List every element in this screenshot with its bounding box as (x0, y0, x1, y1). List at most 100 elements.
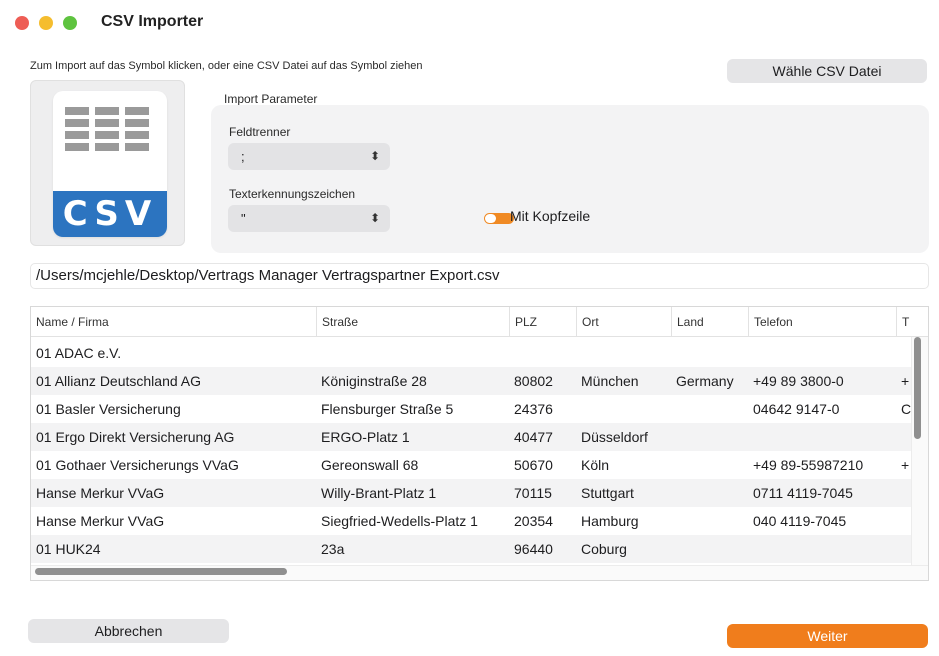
grid-cell (95, 119, 119, 127)
table-row[interactable]: 01 HUK24 23a 96440 Coburg (31, 535, 928, 563)
table-cell: 20354 (514, 513, 553, 529)
minimize-window-button[interactable] (39, 16, 53, 30)
table-cell: Hanse Merkur VVaG (36, 485, 165, 501)
table-cell: Siegfried-Wedells-Platz 1 (321, 513, 478, 529)
csv-drop-target[interactable]: CSV (30, 80, 185, 246)
grid-cell (125, 143, 149, 151)
table-cell: ERGO-Platz 1 (321, 429, 410, 445)
header-row-label: Mit Kopfzeile (510, 208, 591, 224)
table-cell (671, 451, 748, 479)
table-cell: 23a (321, 541, 345, 557)
grid-cell (125, 107, 149, 115)
column-header[interactable]: T (896, 307, 916, 337)
table-cell (671, 507, 748, 535)
table-cell (748, 423, 896, 451)
grid-cell (125, 119, 149, 127)
grid-cell (65, 143, 89, 151)
table-cell: 24376 (514, 401, 553, 417)
table-cell: München (581, 373, 639, 389)
import-parameter-panel: Feldtrenner ; ⬍ Texterkennungszeichen " … (211, 105, 929, 253)
grid-cell (95, 131, 119, 139)
table-cell: 70115 (514, 485, 552, 501)
table-cell: Köln (581, 457, 610, 473)
grid-cell (95, 143, 119, 151)
cancel-button[interactable]: Abbrechen (28, 619, 229, 643)
up-down-chevron-icon: ⬍ (369, 149, 380, 163)
import-parameter-title: Import Parameter (224, 92, 318, 106)
close-window-button[interactable] (15, 16, 29, 30)
table-cell: Hamburg (581, 513, 639, 529)
table-cell: Hanse Merkur VVaG (36, 513, 165, 529)
csv-icon-label: CSV (53, 191, 167, 237)
table-cell (671, 339, 748, 367)
grid-cell (65, 107, 89, 115)
table-cell: 0711 4119-7045 (753, 485, 853, 501)
table-cell: Stuttgart (581, 485, 634, 501)
column-header[interactable]: Land (671, 307, 748, 337)
table-cell: Gereonswall 68 (321, 457, 419, 473)
table-cell: 01 Ergo Direkt Versicherung AG (36, 429, 235, 445)
import-hint: Zum Import auf das Symbol klicken, oder … (30, 60, 423, 72)
up-down-chevron-icon: ⬍ (369, 211, 380, 225)
table-row[interactable]: 01 Basler Versicherung Flensburger Straße… (31, 395, 928, 423)
table-cell: 01 Gothaer Versicherungs VVaG (36, 457, 239, 473)
window-title: CSV Importer (101, 13, 204, 30)
table-row[interactable]: 01 Gothaer Versicherungs VVaG Gereonswall… (31, 451, 928, 479)
text-qualifier-select[interactable]: " ⬍ (228, 205, 390, 232)
vertical-scroll-thumb[interactable] (914, 337, 921, 439)
column-header[interactable]: PLZ (509, 307, 576, 337)
table-header: Name / Firma Straße PLZ Ort Land Telefon T (31, 307, 928, 337)
table-cell (509, 339, 576, 367)
grid-cell (95, 107, 119, 115)
table-cell: 40477 (514, 429, 553, 445)
table-cell (576, 339, 671, 367)
grid-cell (125, 131, 149, 139)
column-header[interactable]: Name / Firma (31, 307, 316, 337)
table-cell: Willy-Brant-Platz 1 (321, 485, 437, 501)
table-row[interactable]: Hanse Merkur VVaG Willy-Brant-Platz 1 7011… (31, 479, 928, 507)
table-cell: 01 Allianz Deutschland AG (36, 373, 201, 389)
column-header[interactable]: Telefon (748, 307, 896, 337)
csv-file-icon: CSV (53, 91, 167, 237)
table-cell: Flensburger Straße 5 (321, 401, 454, 417)
grid-cell (65, 119, 89, 127)
table-cell: +49 89 3800-0 (753, 373, 844, 389)
table-cell: 040 4119-7045 (753, 513, 847, 529)
table-row[interactable]: Hanse Merkur VVaG Siegfried-Wedells-Platz… (31, 507, 928, 535)
table-cell (671, 535, 748, 563)
field-separator-value: ; (241, 149, 245, 164)
table-cell (671, 479, 748, 507)
zoom-window-button[interactable] (63, 16, 77, 30)
preview-table: Name / Firma Straße PLZ Ort Land Telefon T 01 … (30, 306, 929, 581)
text-qualifier-label: Texterkennungszeichen (229, 187, 356, 201)
grid-cell (65, 131, 89, 139)
table-cell: 04642 9147-0 (753, 401, 840, 417)
table-cell: 01 Basler Versicherung (36, 401, 181, 417)
table-row[interactable]: 01 ADAC e.V. (31, 339, 928, 367)
column-header[interactable]: Ort (576, 307, 671, 337)
table-cell: 50670 (514, 457, 553, 473)
field-separator-select[interactable]: ; ⬍ (228, 143, 390, 170)
file-path-field[interactable]: /Users/mcjehle/Desktop/Vertrags Manager … (30, 263, 929, 289)
table-cell (671, 423, 748, 451)
table-cell: 01 ADAC e.V. (36, 345, 122, 361)
table-cell (576, 395, 671, 423)
table-row[interactable]: 01 Allianz Deutschland AG Königinstraße 2… (31, 367, 928, 395)
table-cell: 01 HUK24 (36, 541, 101, 557)
table-cell (316, 339, 509, 367)
table-cell (671, 395, 748, 423)
table-cell: Düsseldorf (581, 429, 648, 445)
horizontal-scroll-thumb[interactable] (35, 568, 287, 575)
field-separator-label: Feldtrenner (229, 125, 291, 139)
toggle-knob (485, 214, 496, 223)
next-button[interactable]: Weiter (727, 624, 928, 648)
table-row[interactable]: 01 Ergo Direkt Versicherung AG ERGO-Platz… (31, 423, 928, 451)
table-cell: 80802 (514, 373, 553, 389)
choose-csv-button[interactable]: Wähle CSV Datei (727, 59, 927, 83)
column-header[interactable]: Straße (316, 307, 509, 337)
csv-importer-window: CSV Importer Zum Import auf das Symbol k… (0, 0, 939, 656)
table-cell (748, 535, 896, 563)
table-cell: 96440 (514, 541, 553, 557)
text-qualifier-value: " (241, 211, 246, 226)
table-cell: Germany (676, 373, 734, 389)
